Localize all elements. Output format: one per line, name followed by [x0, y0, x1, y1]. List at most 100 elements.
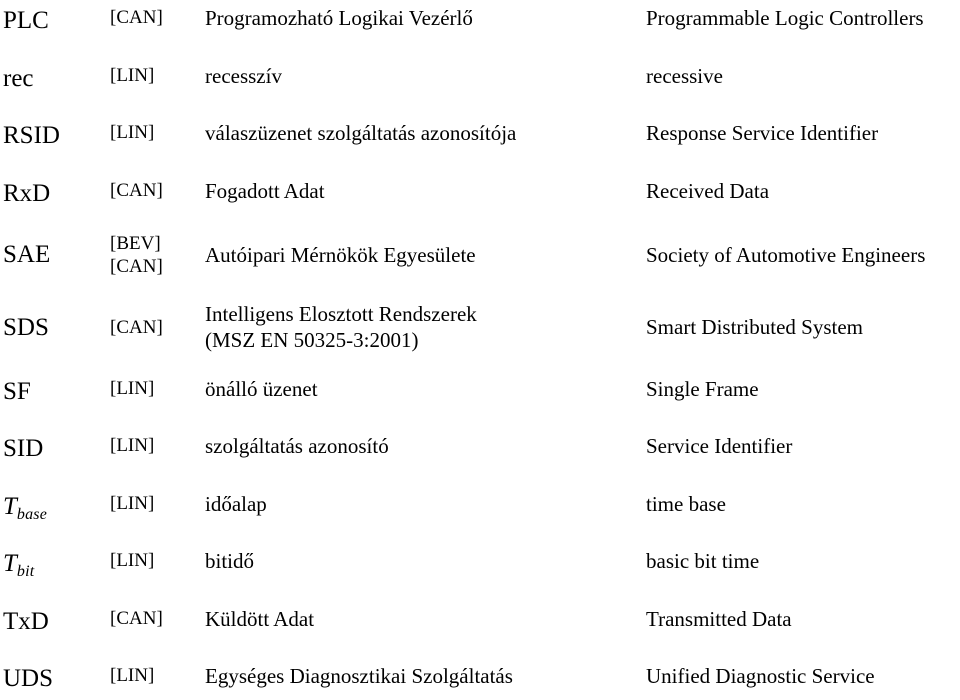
english-cell: basic bit time	[646, 549, 760, 574]
bus-tag: [LIN]	[110, 64, 155, 86]
hungarian-line: bitidő	[205, 549, 255, 574]
table-row: UDS [LIN] Egységes Diagnosztikai Szolgál…	[0, 664, 960, 694]
hungarian-cell: recesszív	[205, 64, 646, 89]
bus-cell: [CAN]	[110, 316, 205, 339]
english-cell: Smart Distributed System	[646, 314, 863, 339]
table-row: RSID [LIN] válaszüzenet szolgáltatás azo…	[0, 121, 960, 151]
abbreviation-symbol: T	[3, 550, 17, 578]
abbreviation-cell: Tbase	[0, 492, 110, 523]
bus-cell: [LIN]	[110, 121, 205, 144]
abbreviation-cell: PLC	[3, 7, 49, 34]
abbreviation-cell: SDS	[3, 313, 49, 341]
bus-cell: [LIN]	[110, 434, 205, 457]
english-cell: Single Frame	[646, 376, 759, 401]
hungarian-line: Autóipari Mérnökök Egyesülete	[205, 242, 476, 267]
hungarian-cell: Intelligens Elosztott Rendszerek (MSZ EN…	[205, 302, 646, 352]
abbreviation-subscript: base	[16, 505, 48, 523]
row-spacer	[0, 93, 960, 121]
english-cell: recessive	[646, 63, 723, 88]
row-spacer	[0, 353, 960, 377]
bus-tag: [LIN]	[110, 377, 155, 399]
row-spacer	[0, 151, 960, 179]
abbreviation-symbol: T	[3, 492, 17, 520]
hungarian-line: Programozható Logikai Vezérlő	[205, 6, 473, 30]
english-cell: Received Data	[646, 178, 770, 203]
table-row: PLC [CAN] Programozható Logikai Vezérlő …	[0, 6, 960, 36]
glossary-table: PLC [CAN] Programozható Logikai Vezérlő …	[0, 0, 960, 694]
row-spacer	[0, 521, 960, 549]
hungarian-line: Fogadott Adat	[205, 178, 325, 203]
bus-cell: [LIN]	[110, 664, 205, 687]
bus-tag: [CAN]	[110, 316, 163, 338]
hungarian-cell: bitidő	[205, 549, 646, 574]
hungarian-cell: szolgáltatás azonosító	[205, 434, 646, 459]
table-row: Tbit [LIN] bitidő basic bit time	[0, 549, 960, 581]
bus-tag: [CAN]	[110, 179, 163, 201]
bus-tag: [LIN]	[110, 665, 155, 687]
table-row: SF [LIN] önálló üzenet Single Frame	[0, 377, 960, 407]
hungarian-cell: Fogadott Adat	[205, 179, 646, 204]
hungarian-cell: Egységes Diagnosztikai Szolgáltatás	[205, 664, 646, 689]
hungarian-line: Küldött Adat	[205, 606, 315, 631]
bus-cell: [LIN]	[110, 377, 205, 400]
hungarian-cell: Küldött Adat	[205, 607, 646, 632]
abbreviation-cell: rec	[3, 64, 34, 92]
abbreviation-cell: RxD	[3, 179, 51, 207]
table-row: rec [LIN] recesszív recessive	[0, 64, 960, 94]
bus-cell: [LIN]	[110, 64, 205, 87]
hungarian-cell: önálló üzenet	[205, 377, 646, 402]
english-cell: Unified Diagnostic Service	[646, 664, 875, 689]
abbreviation-subscript: bit	[16, 563, 35, 581]
abbreviation-cell: TxD	[3, 607, 49, 635]
row-spacer	[0, 208, 960, 232]
bus-tag: [LIN]	[110, 550, 155, 572]
hungarian-cell: Programozható Logikai Vezérlő	[205, 6, 646, 31]
hungarian-line: időalap	[205, 491, 267, 516]
abbreviation-cell: RSID	[3, 122, 60, 149]
bus-tag: [LIN]	[110, 435, 155, 457]
english-cell: Response Service Identifier	[646, 121, 879, 145]
table-row: TxD [CAN] Küldött Adat Transmitted Data	[0, 607, 960, 637]
hungarian-line: önálló üzenet	[205, 376, 318, 401]
bus-tag: [LIN]	[110, 492, 155, 514]
bus-tag: [BEV]	[110, 233, 161, 254]
row-spacer	[0, 636, 960, 664]
english-cell: Society of Automotive Engineers	[646, 242, 926, 267]
bus-cell: [CAN]	[110, 179, 205, 202]
abbreviation-cell: SID	[3, 435, 44, 463]
english-cell: time base	[646, 491, 726, 516]
row-spacer	[0, 406, 960, 434]
english-cell: Service Identifier	[646, 434, 793, 459]
table-row: SAE [BEV] [CAN] Autóipari Mérnökök Egyes…	[0, 232, 960, 278]
abbreviation-cell: Tbit	[0, 549, 110, 581]
row-spacer	[0, 36, 960, 64]
bus-cell: [LIN]	[110, 492, 205, 515]
row-spacer	[0, 579, 960, 607]
table-row: Tbase [LIN] időalap time base	[0, 491, 960, 523]
abbreviation-cell: SAE	[3, 241, 51, 269]
bus-cell: [BEV] [CAN]	[110, 232, 205, 278]
hungarian-line: válaszüzenet szolgáltatás azonosítója	[205, 121, 517, 145]
hungarian-line: recesszív	[205, 63, 282, 88]
english-cell: Transmitted Data	[646, 606, 792, 631]
bus-tag: [CAN]	[110, 607, 163, 629]
bus-tag: [CAN]	[110, 7, 163, 28]
table-row: SID [LIN] szolgáltatás azonosító Service…	[0, 434, 960, 464]
hungarian-line: (MSZ EN 50325-3:2001)	[205, 327, 419, 352]
bus-cell: [LIN]	[110, 549, 205, 572]
bus-cell: [CAN]	[110, 6, 205, 29]
abbreviation-cell: SF	[3, 377, 31, 405]
table-row: SDS [CAN] Intelligens Elosztott Rendszer…	[0, 302, 960, 352]
hungarian-line: Intelligens Elosztott Rendszerek	[205, 302, 477, 327]
table-row: RxD [CAN] Fogadott Adat Received Data	[0, 179, 960, 209]
row-spacer	[0, 278, 960, 302]
hungarian-line: szolgáltatás azonosító	[205, 434, 389, 459]
hungarian-line: Egységes Diagnosztikai Szolgáltatás	[205, 664, 513, 689]
hungarian-cell: válaszüzenet szolgáltatás azonosítója	[205, 121, 646, 146]
hungarian-cell: időalap	[205, 492, 646, 517]
row-spacer	[0, 464, 960, 492]
hungarian-cell: Autóipari Mérnökök Egyesülete	[205, 243, 646, 268]
abbreviation-cell: UDS	[3, 665, 54, 693]
bus-tag: [CAN]	[110, 256, 163, 278]
bus-tag: [LIN]	[110, 122, 155, 143]
